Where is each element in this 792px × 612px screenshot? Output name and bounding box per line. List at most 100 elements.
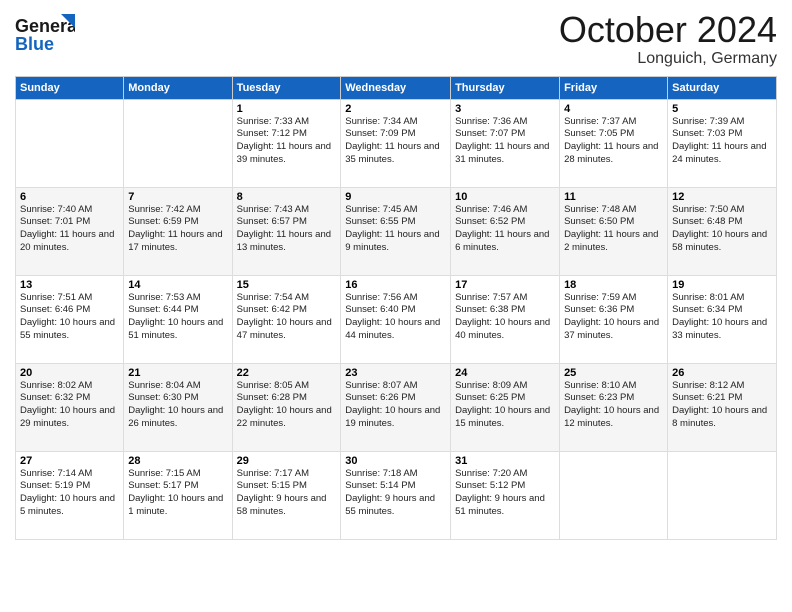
calendar-cell: 2 Sunrise: 7:34 AMSunset: 7:09 PMDayligh… — [341, 99, 451, 187]
calendar-cell: 12 Sunrise: 7:50 AMSunset: 6:48 PMDaylig… — [668, 187, 777, 275]
day-info: Sunrise: 7:53 AMSunset: 6:44 PMDaylight:… — [128, 292, 223, 341]
calendar-cell — [668, 451, 777, 539]
calendar-cell: 30 Sunrise: 7:18 AMSunset: 5:14 PMDaylig… — [341, 451, 451, 539]
day-info: Sunrise: 7:57 AMSunset: 6:38 PMDaylight:… — [455, 292, 550, 341]
page: General Blue October 2024 Longuich, Germ… — [0, 0, 792, 612]
col-friday: Friday — [560, 76, 668, 99]
logo-icon: General Blue — [15, 10, 75, 58]
day-number: 15 — [237, 279, 337, 291]
day-number: 23 — [345, 367, 446, 379]
day-info: Sunrise: 7:42 AMSunset: 6:59 PMDaylight:… — [128, 204, 222, 253]
title-area: October 2024 Longuich, Germany — [559, 10, 777, 68]
calendar-cell: 1 Sunrise: 7:33 AMSunset: 7:12 PMDayligh… — [232, 99, 341, 187]
day-info: Sunrise: 7:51 AMSunset: 6:46 PMDaylight:… — [20, 292, 115, 341]
day-info: Sunrise: 7:20 AMSunset: 5:12 PMDaylight:… — [455, 468, 545, 517]
day-number: 25 — [564, 367, 663, 379]
day-info: Sunrise: 7:34 AMSunset: 7:09 PMDaylight:… — [345, 116, 439, 165]
day-number: 24 — [455, 367, 555, 379]
calendar-cell — [560, 451, 668, 539]
calendar-week-5: 27 Sunrise: 7:14 AMSunset: 5:19 PMDaylig… — [16, 451, 777, 539]
calendar-cell: 26 Sunrise: 8:12 AMSunset: 6:21 PMDaylig… — [668, 363, 777, 451]
day-info: Sunrise: 7:56 AMSunset: 6:40 PMDaylight:… — [345, 292, 440, 341]
day-info: Sunrise: 7:18 AMSunset: 5:14 PMDaylight:… — [345, 468, 435, 517]
calendar-cell: 8 Sunrise: 7:43 AMSunset: 6:57 PMDayligh… — [232, 187, 341, 275]
day-info: Sunrise: 7:45 AMSunset: 6:55 PMDaylight:… — [345, 204, 439, 253]
calendar-cell: 7 Sunrise: 7:42 AMSunset: 6:59 PMDayligh… — [124, 187, 232, 275]
day-number: 7 — [128, 191, 227, 203]
day-info: Sunrise: 7:46 AMSunset: 6:52 PMDaylight:… — [455, 204, 549, 253]
day-info: Sunrise: 7:14 AMSunset: 5:19 PMDaylight:… — [20, 468, 115, 517]
calendar-cell: 11 Sunrise: 7:48 AMSunset: 6:50 PMDaylig… — [560, 187, 668, 275]
calendar-cell: 15 Sunrise: 7:54 AMSunset: 6:42 PMDaylig… — [232, 275, 341, 363]
day-info: Sunrise: 8:10 AMSunset: 6:23 PMDaylight:… — [564, 380, 659, 429]
day-number: 2 — [345, 103, 446, 115]
day-info: Sunrise: 7:36 AMSunset: 7:07 PMDaylight:… — [455, 116, 549, 165]
calendar-cell: 29 Sunrise: 7:17 AMSunset: 5:15 PMDaylig… — [232, 451, 341, 539]
month-title: October 2024 — [559, 10, 777, 50]
col-saturday: Saturday — [668, 76, 777, 99]
day-number: 10 — [455, 191, 555, 203]
calendar-cell: 4 Sunrise: 7:37 AMSunset: 7:05 PMDayligh… — [560, 99, 668, 187]
day-info: Sunrise: 7:37 AMSunset: 7:05 PMDaylight:… — [564, 116, 658, 165]
day-info: Sunrise: 7:43 AMSunset: 6:57 PMDaylight:… — [237, 204, 331, 253]
col-monday: Monday — [124, 76, 232, 99]
calendar-cell: 14 Sunrise: 7:53 AMSunset: 6:44 PMDaylig… — [124, 275, 232, 363]
day-number: 29 — [237, 455, 337, 467]
day-info: Sunrise: 8:01 AMSunset: 6:34 PMDaylight:… — [672, 292, 767, 341]
day-info: Sunrise: 7:33 AMSunset: 7:12 PMDaylight:… — [237, 116, 331, 165]
calendar-cell: 25 Sunrise: 8:10 AMSunset: 6:23 PMDaylig… — [560, 363, 668, 451]
calendar-cell: 31 Sunrise: 7:20 AMSunset: 5:12 PMDaylig… — [451, 451, 560, 539]
col-wednesday: Wednesday — [341, 76, 451, 99]
header: General Blue October 2024 Longuich, Germ… — [15, 10, 777, 68]
day-number: 27 — [20, 455, 119, 467]
day-number: 8 — [237, 191, 337, 203]
header-row: Sunday Monday Tuesday Wednesday Thursday… — [16, 76, 777, 99]
calendar-cell: 13 Sunrise: 7:51 AMSunset: 6:46 PMDaylig… — [16, 275, 124, 363]
day-number: 21 — [128, 367, 227, 379]
day-info: Sunrise: 7:15 AMSunset: 5:17 PMDaylight:… — [128, 468, 223, 517]
calendar-cell: 18 Sunrise: 7:59 AMSunset: 6:36 PMDaylig… — [560, 275, 668, 363]
day-info: Sunrise: 8:07 AMSunset: 6:26 PMDaylight:… — [345, 380, 440, 429]
calendar-cell: 17 Sunrise: 7:57 AMSunset: 6:38 PMDaylig… — [451, 275, 560, 363]
col-sunday: Sunday — [16, 76, 124, 99]
day-info: Sunrise: 7:59 AMSunset: 6:36 PMDaylight:… — [564, 292, 659, 341]
calendar-cell: 21 Sunrise: 8:04 AMSunset: 6:30 PMDaylig… — [124, 363, 232, 451]
col-tuesday: Tuesday — [232, 76, 341, 99]
day-info: Sunrise: 8:12 AMSunset: 6:21 PMDaylight:… — [672, 380, 767, 429]
day-number: 5 — [672, 103, 772, 115]
calendar-week-2: 6 Sunrise: 7:40 AMSunset: 7:01 PMDayligh… — [16, 187, 777, 275]
day-number: 19 — [672, 279, 772, 291]
day-info: Sunrise: 8:09 AMSunset: 6:25 PMDaylight:… — [455, 380, 550, 429]
calendar-cell: 22 Sunrise: 8:05 AMSunset: 6:28 PMDaylig… — [232, 363, 341, 451]
day-number: 14 — [128, 279, 227, 291]
day-info: Sunrise: 7:50 AMSunset: 6:48 PMDaylight:… — [672, 204, 767, 253]
day-number: 1 — [237, 103, 337, 115]
svg-text:Blue: Blue — [15, 34, 54, 54]
day-number: 9 — [345, 191, 446, 203]
day-number: 13 — [20, 279, 119, 291]
day-number: 12 — [672, 191, 772, 203]
day-number: 17 — [455, 279, 555, 291]
day-info: Sunrise: 7:39 AMSunset: 7:03 PMDaylight:… — [672, 116, 766, 165]
calendar-cell: 10 Sunrise: 7:46 AMSunset: 6:52 PMDaylig… — [451, 187, 560, 275]
day-number: 22 — [237, 367, 337, 379]
calendar-cell — [124, 99, 232, 187]
day-info: Sunrise: 7:54 AMSunset: 6:42 PMDaylight:… — [237, 292, 332, 341]
day-number: 16 — [345, 279, 446, 291]
calendar-cell: 19 Sunrise: 8:01 AMSunset: 6:34 PMDaylig… — [668, 275, 777, 363]
calendar-week-3: 13 Sunrise: 7:51 AMSunset: 6:46 PMDaylig… — [16, 275, 777, 363]
calendar-cell: 6 Sunrise: 7:40 AMSunset: 7:01 PMDayligh… — [16, 187, 124, 275]
calendar-cell: 9 Sunrise: 7:45 AMSunset: 6:55 PMDayligh… — [341, 187, 451, 275]
day-number: 6 — [20, 191, 119, 203]
day-number: 11 — [564, 191, 663, 203]
calendar-week-4: 20 Sunrise: 8:02 AMSunset: 6:32 PMDaylig… — [16, 363, 777, 451]
calendar-cell: 28 Sunrise: 7:15 AMSunset: 5:17 PMDaylig… — [124, 451, 232, 539]
logo-area: General Blue — [15, 10, 75, 58]
day-number: 31 — [455, 455, 555, 467]
day-info: Sunrise: 8:04 AMSunset: 6:30 PMDaylight:… — [128, 380, 223, 429]
calendar-cell: 3 Sunrise: 7:36 AMSunset: 7:07 PMDayligh… — [451, 99, 560, 187]
calendar-week-1: 1 Sunrise: 7:33 AMSunset: 7:12 PMDayligh… — [16, 99, 777, 187]
day-number: 4 — [564, 103, 663, 115]
calendar-cell: 27 Sunrise: 7:14 AMSunset: 5:19 PMDaylig… — [16, 451, 124, 539]
calendar-cell: 5 Sunrise: 7:39 AMSunset: 7:03 PMDayligh… — [668, 99, 777, 187]
